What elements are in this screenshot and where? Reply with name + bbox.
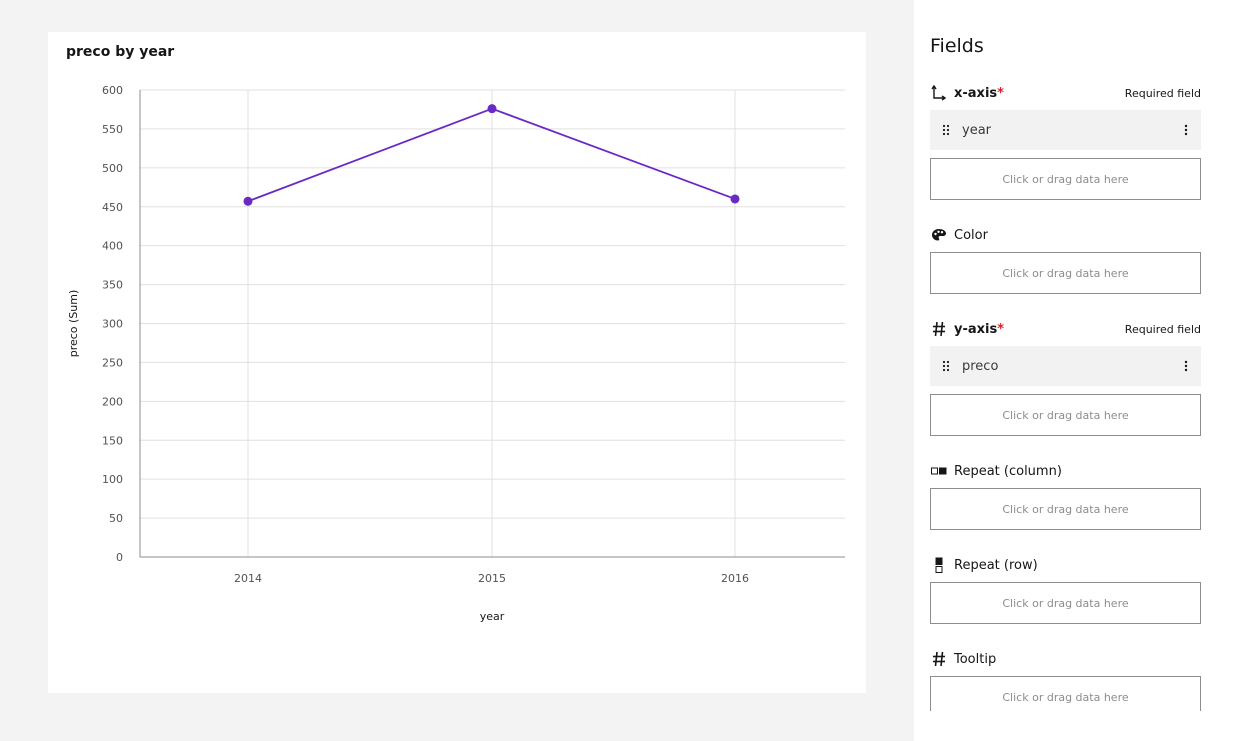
y-axis-field-pill[interactable]: preco [930, 346, 1201, 386]
data-point [730, 194, 740, 204]
chart-card: preco by year 0 50 100 150 200 250 300 350 400 45… [48, 32, 866, 693]
data-point [243, 196, 253, 206]
x-tick-label: 2014 [234, 572, 262, 585]
y-tick-label: 450 [102, 201, 123, 214]
y-tick-label: 600 [102, 84, 123, 97]
repeat-column-icon [930, 462, 948, 480]
tooltip-drop-zone[interactable]: Click or drag data here [930, 676, 1201, 711]
x-axis-label: x-axis [954, 85, 998, 101]
required-field-note: Required field [1124, 86, 1201, 100]
tooltip-section-header: Tooltip [930, 650, 1201, 668]
x-axis-drop-zone[interactable]: Click or drag data here [930, 158, 1201, 200]
hash-icon [930, 320, 948, 338]
tooltip-label: Tooltip [954, 651, 997, 667]
x-axis-field-name: year [962, 122, 992, 138]
repeat-column-section-header: Repeat (column) [930, 462, 1201, 480]
line-chart: 0 50 100 150 200 250 300 350 400 450 500 550 600 2014… [67, 84, 845, 623]
y-axis-title: preco (Sum) [67, 290, 80, 358]
y-tick-label: 150 [102, 434, 123, 447]
data-point [487, 104, 497, 114]
panel-title: Fields [930, 35, 984, 57]
repeat-column-label: Repeat (column) [954, 463, 1062, 479]
color-label: Color [954, 227, 988, 243]
y-tick-label: 250 [102, 356, 123, 369]
required-star: * [997, 85, 1004, 101]
y-axis-label: y-axis [954, 321, 998, 337]
x-tick-label: 2016 [721, 572, 749, 585]
y-axis-field-name: preco [962, 358, 999, 374]
color-section-header: Color [930, 226, 1201, 244]
x-tick-label: 2015 [478, 572, 506, 585]
repeat-column-drop-zone[interactable]: Click or drag data here [930, 488, 1201, 530]
x-axis-section-header: x-axis * Required field [930, 84, 1201, 102]
y-axis-section-header: y-axis * Required field [930, 320, 1201, 338]
y-axis-drop-zone[interactable]: Click or drag data here [930, 394, 1201, 436]
y-tick-label: 550 [102, 123, 123, 136]
x-axis-title: year [480, 610, 505, 623]
repeat-row-section-header: Repeat (row) [930, 556, 1201, 574]
required-star: * [997, 321, 1005, 337]
repeat-row-label: Repeat (row) [954, 557, 1038, 573]
x-axis-field-pill[interactable]: year [930, 110, 1201, 150]
color-drop-zone[interactable]: Click or drag data here [930, 252, 1201, 294]
repeat-row-icon [930, 556, 948, 574]
y-tick-label: 200 [102, 395, 123, 408]
y-tick-label: 400 [102, 240, 123, 253]
drag-handle-icon[interactable] [930, 360, 962, 372]
required-field-note: Required field [1124, 322, 1201, 336]
overflow-menu-icon[interactable] [1171, 124, 1201, 136]
fields-panel: Fields x-axis * Required field year Click… [914, 0, 1250, 741]
y-tick-label: 300 [102, 318, 123, 331]
drag-handle-icon[interactable] [930, 124, 962, 136]
overflow-menu-icon[interactable] [1171, 360, 1201, 372]
y-tick-label: 500 [102, 162, 123, 175]
y-tick-label: 0 [116, 551, 123, 564]
repeat-row-drop-zone[interactable]: Click or drag data here [930, 582, 1201, 624]
y-tick-label: 350 [102, 279, 123, 292]
y-tick-label: 50 [109, 512, 123, 525]
y-tick-label: 100 [102, 473, 123, 486]
hash-icon [930, 650, 948, 668]
axis-arrow-icon [930, 84, 948, 102]
palette-icon [930, 226, 948, 244]
